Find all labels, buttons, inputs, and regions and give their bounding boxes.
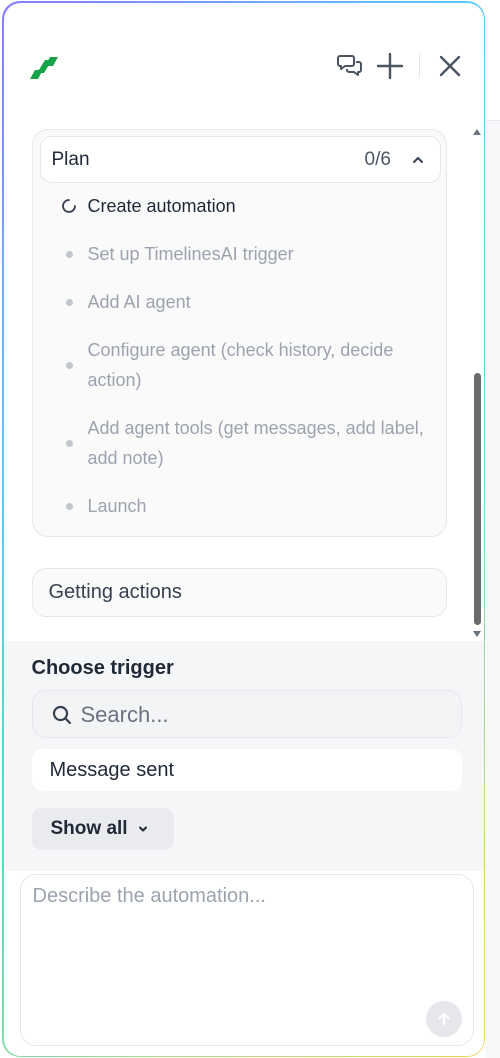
background-page-edge — [486, 120, 500, 1058]
loading-spinner-icon — [61, 198, 76, 213]
scrollbar[interactable] — [471, 128, 484, 639]
chevron-up-icon — [412, 156, 423, 163]
panel-body: Plan 0/6 Create automation Set up Timeli… — [3, 2, 484, 1056]
plan-step-label: Configure agent (check history, decide a… — [87, 339, 394, 390]
pending-bullet-icon — [65, 439, 73, 447]
send-button[interactable] — [425, 1000, 462, 1037]
scroll-down-arrow-icon[interactable] — [472, 630, 481, 637]
plan-step: Create automation — [61, 191, 428, 221]
trigger-search-box[interactable] — [31, 689, 462, 738]
plan-step-label: Set up TimelinesAI trigger — [87, 243, 294, 264]
plan-step-label: Create automation — [87, 195, 236, 216]
ai-assistant-panel: Plan 0/6 Create automation Set up Timeli… — [2, 1, 485, 1057]
plan-step: Set up TimelinesAI trigger — [65, 239, 428, 269]
status-message: Getting actions — [31, 567, 447, 617]
automation-description-input[interactable] — [32, 884, 458, 995]
pending-bullet-icon — [65, 298, 73, 306]
close-icon — [439, 55, 460, 76]
plan-title: Plan — [51, 148, 90, 170]
plan-step-label: Launch — [87, 495, 147, 516]
pending-bullet-icon — [65, 361, 73, 369]
new-chat-button[interactable] — [372, 49, 408, 83]
plus-icon — [376, 52, 403, 79]
brand-logo-icon — [29, 56, 58, 79]
show-all-button[interactable]: Show all — [31, 807, 174, 850]
trigger-section-title: Choose trigger — [31, 656, 174, 679]
header-divider — [418, 53, 420, 78]
show-all-label: Show all — [50, 817, 128, 839]
arrow-up-icon — [438, 1012, 449, 1025]
scrollbar-thumb[interactable] — [473, 372, 481, 625]
prompt-composer — [19, 873, 474, 1046]
plan-step: Launch — [65, 491, 428, 521]
trigger-option-message-sent[interactable]: Message sent — [31, 748, 462, 791]
trigger-search-input[interactable] — [80, 700, 441, 729]
choose-trigger-section: Choose trigger Message sent Show all — [3, 640, 484, 871]
pending-bullet-icon — [65, 502, 73, 510]
plan-step-label: Add agent tools (get messages, add label… — [87, 417, 424, 468]
plan-card: Plan 0/6 Create automation Set up Timeli… — [31, 128, 447, 537]
plan-header-toggle[interactable]: Plan 0/6 — [39, 135, 441, 183]
close-button[interactable] — [434, 50, 466, 82]
conversation-scroll-area[interactable]: Plan 0/6 Create automation Set up Timeli… — [4, 121, 484, 641]
pending-bullet-icon — [65, 250, 73, 258]
plan-step-label: Add AI agent — [87, 291, 191, 312]
plan-step: Add AI agent — [65, 287, 428, 317]
chevron-down-icon — [138, 826, 147, 831]
plan-progress: 0/6 — [364, 148, 391, 170]
scroll-up-arrow-icon[interactable] — [472, 128, 481, 135]
chat-history-button[interactable] — [334, 49, 366, 81]
plan-step: Configure agent (check history, decide a… — [65, 335, 428, 395]
plan-step: Add agent tools (get messages, add label… — [65, 413, 428, 473]
chat-bubbles-icon — [336, 54, 362, 76]
search-icon — [52, 705, 71, 724]
